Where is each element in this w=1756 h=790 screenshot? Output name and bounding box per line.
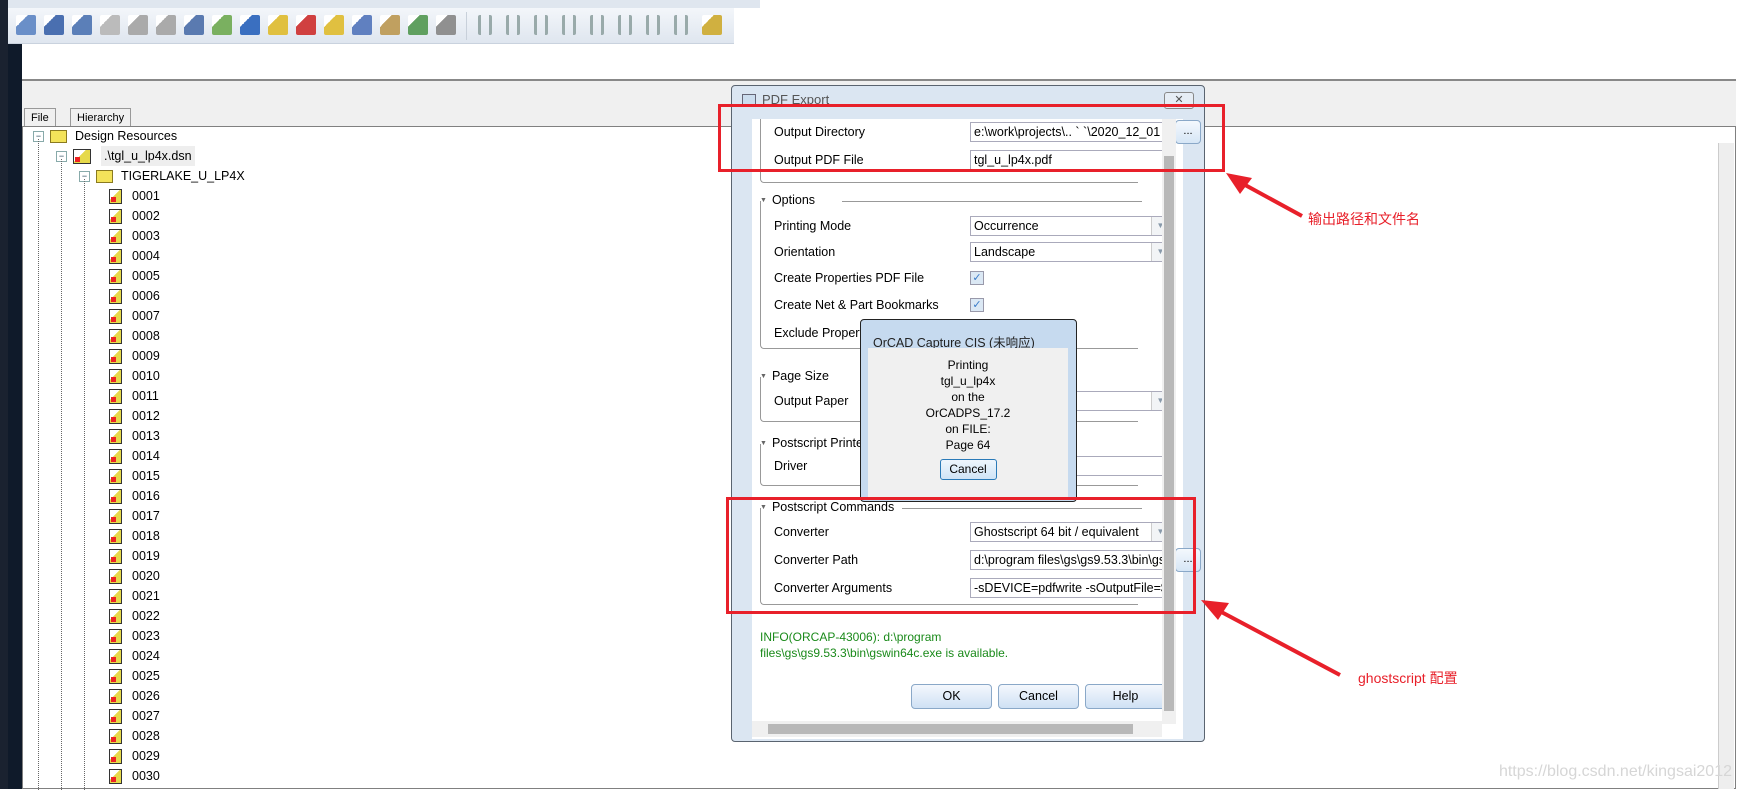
arrow-ghostscript (1211, 605, 1341, 677)
annotation-output-text: 输出路径和文件名 (1308, 211, 1420, 227)
watermark: https://blog.csdn.net/kingsai2012 (1498, 763, 1732, 780)
annotation-arrows (1201, 173, 1341, 677)
annotation-ghostscript-text: ghostscript 配置 (1358, 670, 1458, 686)
arrow-head-icon (1201, 600, 1229, 620)
arrow-head-icon (1226, 173, 1252, 194)
